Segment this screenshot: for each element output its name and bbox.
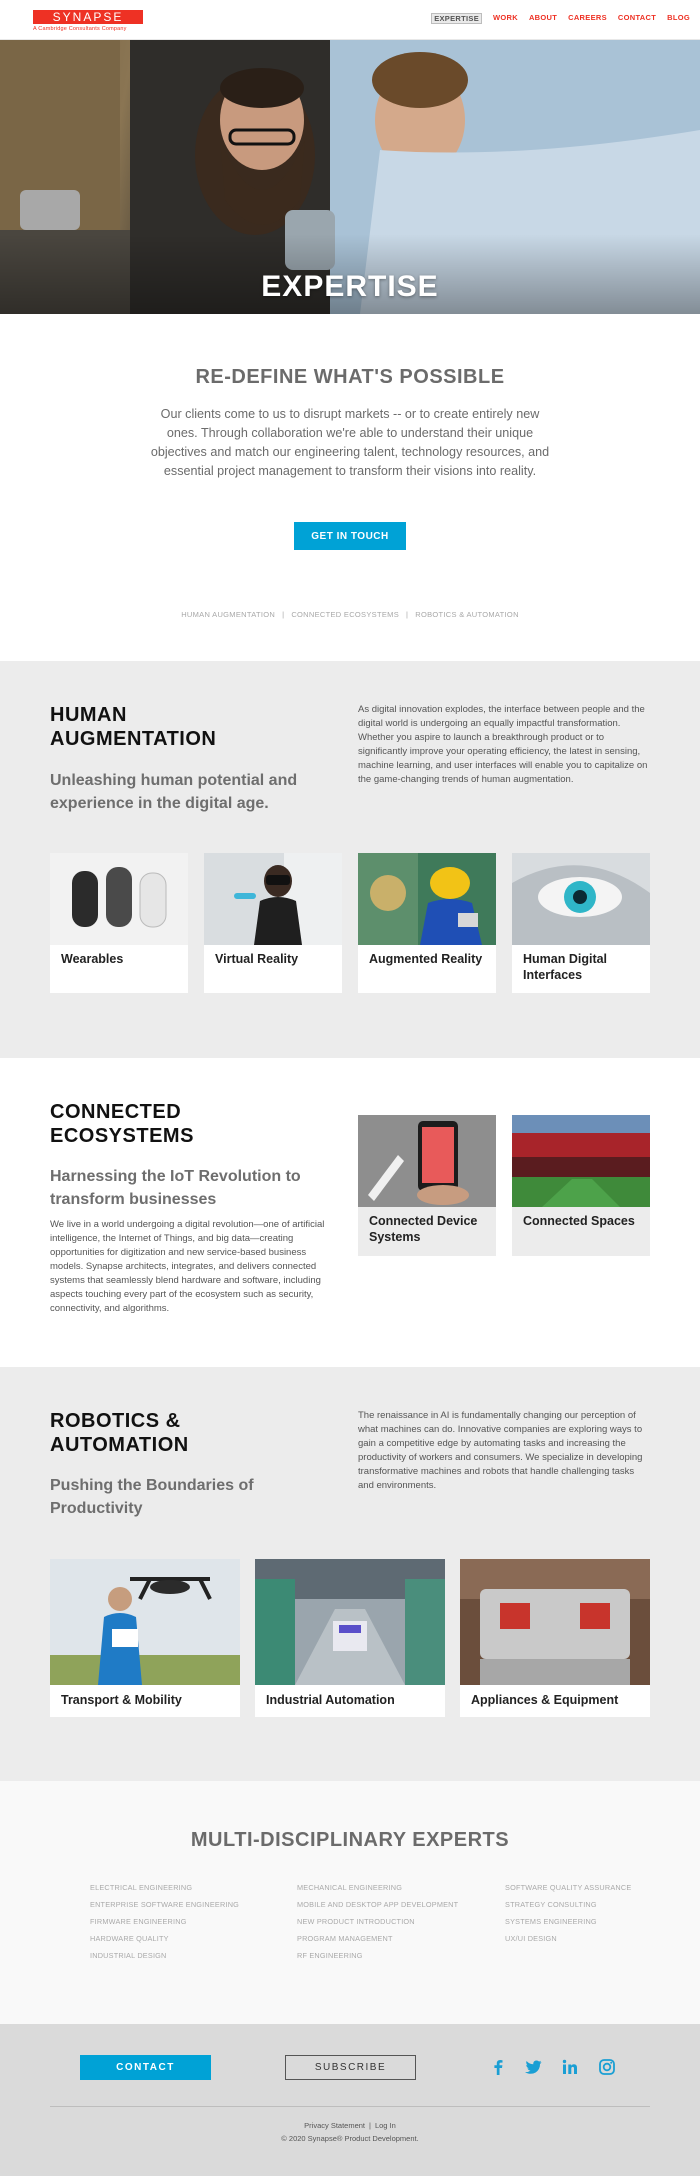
intro-section: RE-DEFINE WHAT'S POSSIBLE Our clients co… xyxy=(0,314,700,661)
expertise-item: MECHANICAL ENGINEERING xyxy=(297,1883,403,1892)
card-augmented-reality[interactable]: Augmented Reality xyxy=(358,853,496,993)
expertise-item: PROGRAM MANAGEMENT xyxy=(297,1934,393,1943)
experts-column-3: SOFTWARE QUALITY ASSURANCE STRATEGY CONS… xyxy=(505,1883,675,1951)
card-transport-mobility[interactable]: Transport & Mobility xyxy=(50,1559,240,1717)
expertise-item: FIRMWARE ENGINEERING xyxy=(90,1917,187,1926)
footer-divider xyxy=(50,2106,650,2107)
expertise-item: SYSTEMS ENGINEERING xyxy=(505,1917,597,1926)
connected-text: We live in a world undergoing a digital … xyxy=(50,1219,325,1314)
human-digital-interfaces-image xyxy=(512,853,650,945)
card-label: Human Digital Interfaces xyxy=(523,952,608,982)
synapse-logo[interactable]: SYNAPSE A Cambridge Consultants Company xyxy=(33,10,143,32)
connected-ecosystems-section: CONNECTED ECOSYSTEMS Harnessing the IoT … xyxy=(0,1058,700,1367)
logo-wordmark: SYNAPSE xyxy=(33,10,143,24)
footer-links: Privacy Statement | Log In xyxy=(0,2121,700,2130)
connected-spaces-image xyxy=(512,1115,650,1207)
nav-about[interactable]: ABOUT xyxy=(529,13,557,24)
robotics-subtitle: Pushing the Boundaries of Productivity xyxy=(50,1477,254,1517)
nav-work[interactable]: WORK xyxy=(493,13,518,24)
connected-title: CONNECTED ECOSYSTEMS xyxy=(50,1101,194,1147)
expertise-item: ENTERPRISE SOFTWARE ENGINEERING xyxy=(90,1900,240,1909)
card-connected-device-systems[interactable]: Connected Device Systems xyxy=(358,1115,496,1256)
connected-subtitle: Harnessing the IoT Revolution to transfo… xyxy=(50,1168,301,1208)
robotics-automation-section: ROBOTICS & AUTOMATION Pushing the Bounda… xyxy=(0,1367,700,1781)
industrial-automation-image xyxy=(255,1559,445,1685)
transport-mobility-image xyxy=(50,1559,240,1685)
facebook-icon[interactable] xyxy=(488,2057,508,2077)
nav-blog[interactable]: BLOG xyxy=(667,13,690,24)
card-human-digital-interfaces[interactable]: Human Digital Interfaces xyxy=(512,853,650,993)
human-text: As digital innovation explodes, the inte… xyxy=(358,704,648,785)
intro-text: Our clients come to us to disrupt market… xyxy=(150,407,550,478)
card-wearables[interactable]: Wearables xyxy=(50,853,188,993)
anchor-human-augmentation[interactable]: HUMAN AUGMENTATION xyxy=(181,610,275,619)
card-connected-spaces[interactable]: Connected Spaces xyxy=(512,1115,650,1256)
anchor-separator: | xyxy=(406,610,409,619)
twitter-icon[interactable] xyxy=(523,2057,543,2077)
nav-careers[interactable]: CAREERS xyxy=(568,13,607,24)
expertise-item: STRATEGY CONSULTING xyxy=(505,1900,597,1909)
robotics-title: ROBOTICS & AUTOMATION xyxy=(50,1410,189,1456)
main-nav: EXPERTISE WORK ABOUT CAREERS CONTACT BLO… xyxy=(431,13,690,24)
site-header: SYNAPSE A Cambridge Consultants Company … xyxy=(0,0,700,40)
card-label: Wearables xyxy=(61,952,124,966)
human-title: HUMAN AUGMENTATION xyxy=(50,704,217,750)
expertise-item: RF ENGINEERING xyxy=(297,1951,363,1960)
expertise-item: SOFTWARE QUALITY ASSURANCE xyxy=(505,1883,632,1892)
expertise-item: HARDWARE QUALITY xyxy=(90,1934,169,1943)
log-in-link[interactable]: Log In xyxy=(375,2121,396,2130)
card-label: Appliances & Equipment xyxy=(471,1693,619,1707)
copyright: © 2020 Synapse® Product Development. xyxy=(281,2134,419,2143)
augmented-reality-image xyxy=(358,853,496,945)
connected-device-image xyxy=(358,1115,496,1207)
get-in-touch-button[interactable]: GET IN TOUCH xyxy=(294,522,406,550)
hero-banner: EXPERTISE xyxy=(0,40,700,314)
robotics-text: The renaissance in AI is fundamentally c… xyxy=(358,1410,643,1491)
intro-heading: RE-DEFINE WHAT'S POSSIBLE xyxy=(195,366,505,388)
card-label: Augmented Reality xyxy=(369,952,483,966)
anchor-connected-ecosystems[interactable]: CONNECTED ECOSYSTEMS xyxy=(291,610,399,619)
hero-title: EXPERTISE xyxy=(261,270,439,303)
linkedin-icon[interactable] xyxy=(560,2057,580,2077)
card-appliances-equipment[interactable]: Appliances & Equipment xyxy=(460,1559,650,1717)
expertise-item: UX/UI DESIGN xyxy=(505,1934,557,1943)
wearables-image xyxy=(50,853,188,945)
logo-tagline: A Cambridge Consultants Company xyxy=(33,26,127,32)
experts-column-2: MECHANICAL ENGINEERING MOBILE AND DESKTO… xyxy=(297,1883,467,1968)
contact-button[interactable]: CONTACT xyxy=(80,2055,211,2080)
anchor-robotics-automation[interactable]: ROBOTICS & AUTOMATION xyxy=(415,610,519,619)
anchor-separator: | xyxy=(282,610,285,619)
card-label: Connected Spaces xyxy=(523,1214,635,1228)
virtual-reality-image xyxy=(204,853,342,945)
card-label: Industrial Automation xyxy=(266,1693,395,1707)
card-label: Connected Device Systems xyxy=(369,1214,478,1244)
nav-contact[interactable]: CONTACT xyxy=(618,13,656,24)
expertise-item: ELECTRICAL ENGINEERING xyxy=(90,1883,193,1892)
privacy-statement-link[interactable]: Privacy Statement xyxy=(304,2121,365,2130)
experts-column-1: ELECTRICAL ENGINEERING ENTERPRISE SOFTWA… xyxy=(90,1883,260,1968)
footer-link-separator: | xyxy=(369,2121,371,2130)
nav-expertise[interactable]: EXPERTISE xyxy=(431,13,482,24)
human-subtitle: Unleashing human potential and experienc… xyxy=(50,772,298,812)
expertise-item: INDUSTRIAL DESIGN xyxy=(90,1951,167,1960)
instagram-icon[interactable] xyxy=(597,2057,617,2077)
experts-section: MULTI-DISCIPLINARY EXPERTS ELECTRICAL EN… xyxy=(0,1781,700,2024)
appliances-equipment-image xyxy=(460,1559,650,1685)
expertise-item: NEW PRODUCT INTRODUCTION xyxy=(297,1917,415,1926)
human-augmentation-section: HUMAN AUGMENTATION Unleashing human pote… xyxy=(0,661,700,1058)
expertise-item: MOBILE AND DESKTOP APP DEVELOPMENT xyxy=(297,1900,459,1909)
card-virtual-reality[interactable]: Virtual Reality xyxy=(204,853,342,993)
card-industrial-automation[interactable]: Industrial Automation xyxy=(255,1559,445,1717)
site-footer: CONTACT SUBSCRIBE Privacy Statement | Log … xyxy=(0,2024,700,2176)
experts-title: MULTI-DISCIPLINARY EXPERTS xyxy=(190,1829,510,1851)
card-label: Virtual Reality xyxy=(215,952,299,966)
subscribe-button[interactable]: SUBSCRIBE xyxy=(285,2055,416,2080)
section-anchors: HUMAN AUGMENTATION | CONNECTED ECOSYSTEMS |… xyxy=(0,610,700,619)
card-label: Transport & Mobility xyxy=(61,1693,182,1707)
